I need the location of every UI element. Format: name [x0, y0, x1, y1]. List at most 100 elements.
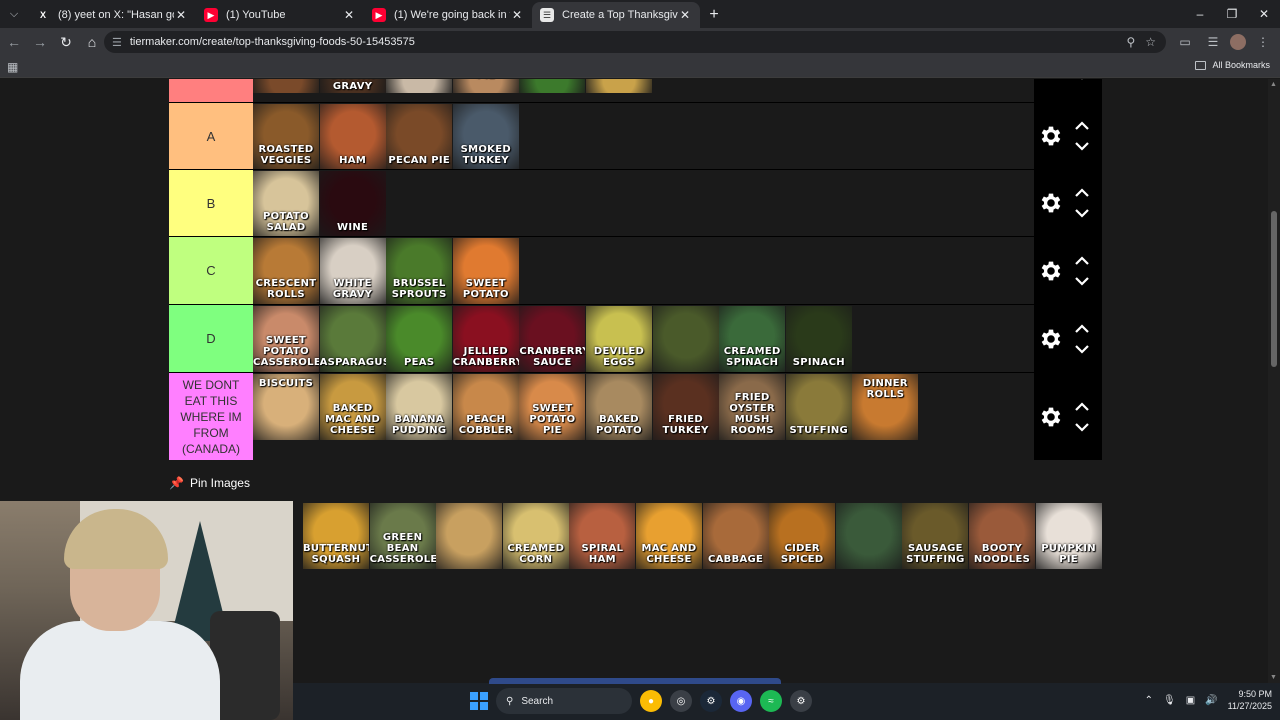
pushpin-icon[interactable]: 📌	[169, 476, 184, 490]
tier-label[interactable]: C	[169, 237, 253, 304]
food-image-tile[interactable]: BROWN GRAVY	[319, 79, 386, 93]
food-image-tile[interactable]: ASPARAGUS	[319, 306, 386, 372]
tab-search-icon[interactable]: ⌵	[0, 0, 28, 28]
chevron-up-icon[interactable]: ⌃	[1145, 695, 1153, 706]
food-image-tile[interactable]: JELLIED CRANBERRY	[452, 306, 519, 372]
scroll-up-icon[interactable]: ▲	[1270, 81, 1277, 88]
food-image-tile[interactable]: PIE	[452, 79, 519, 93]
bookmark-star-icon[interactable]: ☆	[1145, 35, 1156, 49]
food-image-tile[interactable]	[436, 503, 503, 569]
chevron-down-icon[interactable]	[1074, 208, 1090, 218]
all-bookmarks-button[interactable]: All Bookmarks	[1195, 60, 1270, 70]
chevron-down-icon[interactable]	[1074, 79, 1090, 80]
chevron-down-icon[interactable]	[1074, 276, 1090, 286]
food-image-tile[interactable]: SWEET POTATO	[452, 238, 519, 304]
food-image-tile[interactable]	[519, 79, 586, 93]
new-tab-button[interactable]: +	[700, 2, 728, 28]
browser-tab[interactable]: ▶ (1) YouTube ✕	[196, 2, 364, 28]
forward-icon[interactable]: →	[28, 30, 52, 54]
food-image-tile[interactable]: CREAMED SPINACH	[719, 306, 786, 372]
chevron-up-icon[interactable]	[1074, 255, 1090, 266]
food-image-tile[interactable]: BAKED MAC AND CHEESE	[319, 374, 386, 440]
volume-icon[interactable]: 🔊	[1205, 695, 1217, 706]
microphone-icon[interactable]: 🎙	[1163, 695, 1176, 706]
site-info-icon[interactable]: ☰	[112, 36, 122, 49]
food-image-tile[interactable]: POTATO SALAD	[253, 171, 319, 237]
chevron-down-icon[interactable]	[1074, 141, 1090, 151]
spotify-icon[interactable]: ≈	[760, 690, 782, 712]
reload-icon[interactable]: ↻	[54, 30, 78, 54]
tier-label[interactable]: D	[169, 305, 253, 372]
chevron-up-icon[interactable]	[1074, 401, 1090, 412]
chevron-up-icon[interactable]	[1074, 121, 1090, 131]
gear-icon[interactable]	[1038, 123, 1064, 149]
github-copilot-icon[interactable]: ◎	[670, 690, 692, 712]
food-image-tile[interactable]: CRANBERRY SAUCE	[519, 306, 586, 372]
food-image-tile[interactable]: BISCUITS	[253, 374, 319, 440]
clock[interactable]: 9:50 PM 11/27/2025	[1228, 688, 1272, 712]
tier-label[interactable]: A	[169, 103, 253, 169]
discord-icon[interactable]: ◉	[730, 690, 752, 712]
food-image-tile[interactable]: STUFFING	[785, 374, 852, 440]
chevron-down-icon[interactable]	[1074, 422, 1090, 432]
food-image-tile[interactable]: BOOTY NOODLES	[969, 503, 1035, 569]
apps-grid-icon[interactable]: ▦	[7, 60, 18, 74]
page-scrollbar[interactable]: ▲ ▼	[1268, 79, 1280, 683]
food-image-tile[interactable]: ROASTED VEGGIES	[253, 104, 319, 170]
food-image-tile[interactable]: CREAMED CORN	[502, 503, 569, 569]
food-image-tile[interactable]	[652, 306, 719, 372]
close-tab-icon[interactable]: ✕	[678, 8, 692, 22]
profile-avatar[interactable]	[1230, 34, 1246, 50]
taskbar-search[interactable]: ⚲ Search	[496, 688, 632, 714]
food-image-tile[interactable]: FRIED TURKEY	[652, 374, 719, 440]
media-controls-icon[interactable]: ☰	[1202, 30, 1224, 54]
settings-icon[interactable]: ⚙	[790, 690, 812, 712]
chevron-up-icon[interactable]	[1074, 188, 1090, 198]
food-image-tile[interactable]: MAC AND CHEESE	[636, 503, 702, 569]
food-image-tile[interactable]: SMOKED TURKEY	[452, 104, 519, 170]
food-image-tile[interactable]: GREEN BEAN CASSEROLE	[369, 503, 436, 569]
food-image-tile[interactable]: SAUSAGE STUFFING	[902, 503, 969, 569]
restore-icon[interactable]: ❐	[1216, 0, 1248, 28]
scroll-thumb[interactable]	[1271, 211, 1277, 367]
browser-tab[interactable]: ▶ (1) We're going back in time to ✕	[364, 2, 532, 28]
food-image-tile[interactable]: SPINACH	[785, 306, 852, 372]
gear-icon[interactable]	[1038, 190, 1064, 216]
scroll-down-icon[interactable]: ▼	[1270, 674, 1277, 681]
food-image-tile[interactable]: HAM	[319, 104, 386, 170]
food-image-tile[interactable]: SWEET POTATO PIE	[519, 374, 586, 440]
browser-tab-active[interactable]: ☰ Create a Top Thanksgiving Foo ✕	[532, 2, 700, 28]
food-image-tile[interactable]: BAKED POTATO	[586, 374, 652, 440]
extensions-icon[interactable]: ▭	[1174, 30, 1196, 54]
close-window-icon[interactable]: ✕	[1248, 0, 1280, 28]
back-icon[interactable]: ←	[2, 30, 26, 54]
food-image-tile[interactable]: FRIED OYSTER MUSH ROOMS	[719, 374, 786, 440]
food-image-tile[interactable]: PECAN PIE	[386, 104, 453, 170]
food-image-tile[interactable]: PEACH COBBLER	[452, 374, 519, 440]
food-image-tile[interactable]: SWEET POTATO CASSEROLE	[253, 306, 319, 372]
zoom-icon[interactable]: ⚲	[1126, 35, 1135, 49]
chevron-down-icon[interactable]	[1074, 344, 1090, 354]
steam-icon[interactable]: ⚙	[700, 690, 722, 712]
food-image-tile[interactable]: SPIRAL HAM	[569, 503, 636, 569]
tier-label[interactable]	[169, 79, 253, 103]
menu-icon[interactable]: ⋮	[1252, 30, 1274, 54]
food-image-tile[interactable]: PUMPKIN PIE	[1035, 503, 1102, 569]
network-icon[interactable]: ▣	[1186, 695, 1195, 706]
close-tab-icon[interactable]: ✕	[510, 8, 524, 22]
chrome-icon[interactable]: ●	[640, 690, 662, 712]
url-text[interactable]: tiermaker.com/create/top-thanksgiving-fo…	[130, 36, 1127, 48]
windows-start-icon[interactable]	[470, 692, 488, 710]
food-image-tile[interactable]	[253, 79, 319, 93]
close-tab-icon[interactable]: ✕	[174, 8, 188, 22]
minimize-icon[interactable]: –	[1184, 0, 1216, 28]
food-image-tile[interactable]: CABBAGE	[702, 503, 769, 569]
food-image-tile[interactable]: BRUSSEL SPROUTS	[386, 238, 453, 304]
tier-label[interactable]: WE DONT EAT THIS WHERE IM FROM (CANADA)	[169, 373, 253, 460]
home-icon[interactable]: ⌂	[80, 30, 104, 54]
food-image-tile[interactable]	[835, 503, 902, 569]
tier-label[interactable]: B	[169, 170, 253, 236]
chevron-up-icon[interactable]	[1074, 323, 1090, 334]
browser-tab[interactable]: X (8) yeet on X: "Hasan goes at it ✕	[28, 2, 196, 28]
food-image-tile[interactable]	[586, 79, 652, 93]
